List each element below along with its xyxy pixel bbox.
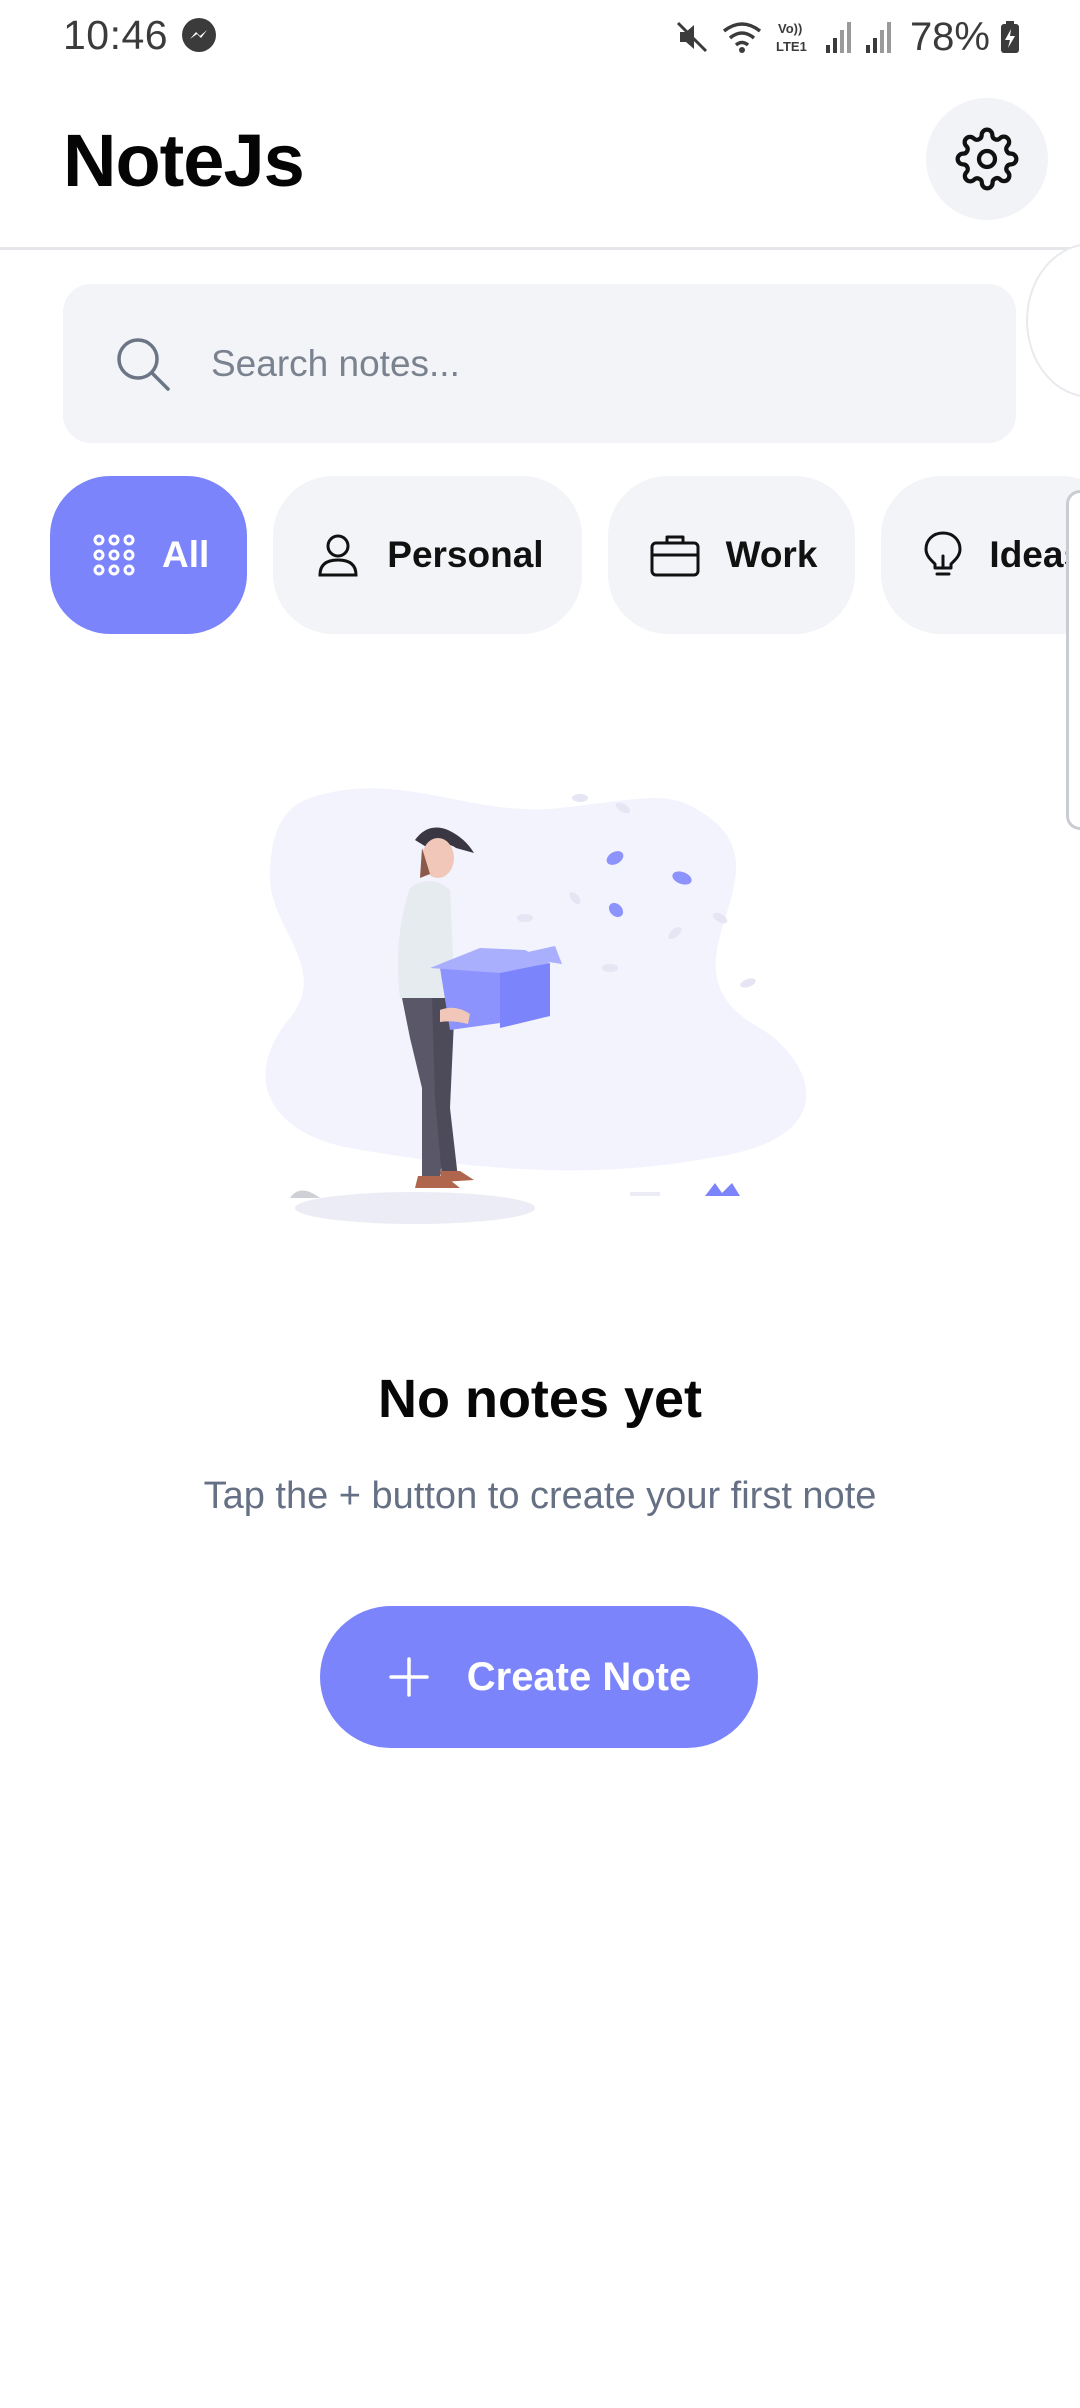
create-note-label: Create Note	[466, 1654, 692, 1699]
battery-charging-icon	[1000, 20, 1020, 54]
search-input[interactable]	[211, 284, 971, 443]
person-holding-box-illustration	[250, 778, 830, 1238]
status-icons: Vo)) LTE1 78%	[674, 14, 1020, 60]
volte-icon: Vo)) LTE1	[774, 17, 814, 57]
category-chip-ideas[interactable]: Ideas	[881, 476, 1080, 634]
search-box[interactable]	[63, 284, 1016, 443]
create-note-button[interactable]: Create Note	[320, 1606, 758, 1748]
grid-dots-icon	[93, 534, 135, 576]
app-screen: 10:46 Vo)) LTE1 78% NoteJs Search notes.…	[0, 0, 1080, 2408]
category-filter-bar: All Personal Work Ideas	[50, 476, 1080, 634]
chip-label: Work	[725, 534, 818, 575]
signal-icon	[864, 19, 894, 55]
settings-button[interactable]	[926, 98, 1048, 220]
category-chip-work[interactable]: Work	[607, 476, 856, 634]
briefcase-icon	[650, 535, 700, 577]
signal-icon	[824, 19, 854, 55]
floating-overlay-button[interactable]	[1026, 243, 1080, 398]
person-icon	[318, 534, 358, 577]
chip-label: All	[162, 534, 210, 575]
side-edge-panel-handle[interactable]	[1066, 490, 1080, 830]
category-chip-personal[interactable]: Personal	[273, 476, 582, 634]
status-time: 10:46	[63, 12, 169, 58]
chip-label: Personal	[387, 534, 544, 575]
wifi-icon	[720, 19, 764, 55]
svg-text:Vo)): Vo))	[778, 21, 802, 36]
app-header: NoteJs	[0, 80, 1080, 250]
lightbulb-icon	[924, 531, 962, 576]
empty-state-title: No notes yet	[377, 1369, 703, 1429]
battery-percent: 78%	[909, 14, 990, 59]
gear-icon	[955, 127, 1019, 191]
category-chip-all[interactable]: All	[50, 476, 248, 634]
svg-text:LTE1: LTE1	[776, 39, 807, 54]
status-bar: 10:46 Vo)) LTE1 78%	[0, 0, 1080, 80]
empty-state-subtitle: Tap the + button to create your first no…	[203, 1475, 877, 1517]
messenger-icon	[180, 16, 218, 54]
search-icon	[117, 338, 170, 391]
app-title: NoteJs	[63, 119, 305, 202]
mute-icon	[674, 19, 710, 55]
plus-icon	[388, 1657, 429, 1697]
